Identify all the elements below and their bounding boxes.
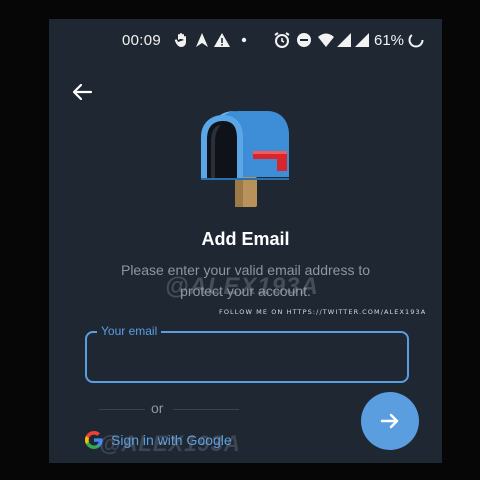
dnd-icon bbox=[297, 33, 311, 47]
follow-credit: FOLLOW ME ON HTTPS://TWITTER.COM/ALEX193… bbox=[219, 308, 427, 316]
email-input[interactable] bbox=[99, 343, 393, 371]
next-button[interactable] bbox=[361, 392, 419, 450]
email-field[interactable]: Your email bbox=[85, 324, 409, 383]
arrow-left-icon bbox=[72, 83, 93, 101]
divider-line-left bbox=[99, 409, 145, 410]
mailbox-icon bbox=[201, 111, 289, 207]
or-divider-text: or bbox=[151, 400, 164, 416]
navigation-icon bbox=[196, 33, 208, 47]
phone-screen: 00:09 61% Add Email Please enter your va… bbox=[49, 19, 442, 463]
signal-icon bbox=[337, 33, 351, 47]
watermark-bottom: @ALEX193A bbox=[99, 431, 241, 456]
status-time: 00:09 bbox=[122, 32, 162, 49]
status-bar: 00:09 61% bbox=[49, 19, 442, 61]
battery-percent: 61% bbox=[374, 32, 405, 49]
hand-icon bbox=[174, 33, 186, 47]
arrow-right-icon bbox=[380, 413, 399, 429]
back-button[interactable] bbox=[67, 77, 97, 107]
divider-line-right bbox=[173, 409, 239, 410]
watermark: @ALEX193A bbox=[165, 273, 319, 300]
battery-icon bbox=[408, 32, 424, 48]
page-title: Add Email bbox=[201, 229, 290, 249]
wifi-icon bbox=[318, 33, 334, 47]
dot-icon bbox=[241, 37, 247, 43]
alarm-icon bbox=[274, 32, 290, 48]
email-field-label: Your email bbox=[97, 324, 162, 338]
signal-icon bbox=[355, 33, 369, 47]
alert-icon bbox=[214, 33, 230, 47]
